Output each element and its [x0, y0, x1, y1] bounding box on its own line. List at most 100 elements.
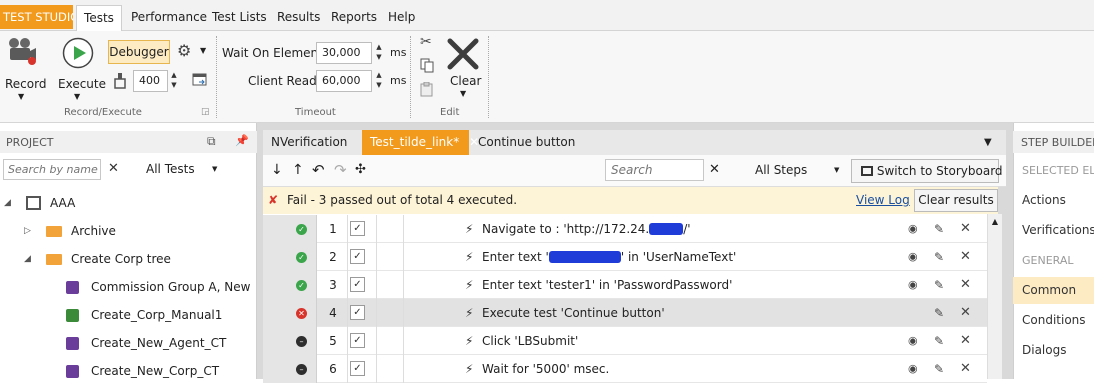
delete-icon[interactable]: ✕ [960, 271, 971, 299]
step-row[interactable]: ✓ 2 ✓ ⚡ Enter text ' ' in 'UserNameText' … [263, 243, 987, 271]
window-icon[interactable] [192, 73, 208, 87]
collapse-arrow-icon[interactable]: ◢ [24, 251, 31, 267]
execute-button[interactable] [62, 37, 94, 69]
step-drag-handle[interactable] [263, 215, 317, 243]
step-enabled-checkbox[interactable]: ✓ [350, 361, 365, 376]
client-ready-spinner[interactable]: ▲ ▼ [373, 70, 385, 92]
tree-item[interactable]: Create_New_Agent_CT [91, 335, 253, 351]
tree-item[interactable]: Archive [71, 223, 253, 239]
test-filter-select[interactable]: All Tests [146, 162, 195, 176]
tree-item[interactable]: Create Corp tree [71, 251, 253, 267]
steps-filter-dropdown-icon[interactable]: ▼ [834, 166, 839, 174]
steps-search-input[interactable] [605, 159, 704, 181]
step-enabled-checkbox[interactable]: ✓ [350, 249, 365, 264]
collapse-arrow-icon[interactable]: ◢ [4, 195, 11, 211]
step-enabled-checkbox[interactable]: ✓ [350, 333, 365, 348]
step-description[interactable]: Click 'LBSubmit' [482, 327, 578, 355]
menu-performance[interactable]: Performance [131, 5, 207, 31]
edit-icon[interactable]: ✎ [934, 327, 944, 355]
menu-help[interactable]: Help [388, 5, 415, 31]
step-builder-common[interactable]: Common [1022, 283, 1076, 297]
step-description[interactable]: Navigate to : 'http://172.24. /' [482, 215, 691, 243]
maximize-icon[interactable]: ⧉ [207, 134, 216, 149]
step-enabled-checkbox[interactable]: ✓ [350, 221, 365, 236]
expand-arrow-icon[interactable]: ▷ [24, 223, 31, 239]
settings-dropdown-icon[interactable]: ▼ [200, 46, 206, 55]
delete-icon[interactable]: ✕ [960, 243, 971, 271]
group-expand-icon[interactable]: ◲ [201, 107, 210, 117]
menu-results[interactable]: Results [277, 5, 320, 31]
step-builder-actions[interactable]: Actions [1022, 193, 1066, 207]
steps-options-icon[interactable]: ✣ [355, 162, 366, 177]
view-icon[interactable]: ◉ [908, 215, 918, 243]
move-down-icon[interactable]: ↓ [271, 162, 283, 178]
tab-test-tilde-link[interactable]: Test_tilde_link* ✕ [362, 130, 479, 155]
edit-icon[interactable]: ✎ [934, 271, 944, 299]
step-row[interactable]: ✕ 4 ✓ ⚡ Execute test 'Continue button' ✎… [263, 299, 987, 327]
test-filter-dropdown-icon[interactable]: ▼ [212, 165, 217, 173]
delete-icon[interactable]: ✕ [960, 215, 971, 243]
steps-filter-select[interactable]: All Steps [755, 163, 807, 177]
step-drag-handle[interactable] [263, 271, 317, 299]
project-search-input[interactable] [3, 159, 101, 180]
scroll-up-icon[interactable]: ▲ [988, 217, 1002, 226]
step-enabled-checkbox[interactable]: ✓ [350, 305, 365, 320]
clear-steps-search-icon[interactable]: ✕ [709, 162, 720, 177]
copy-icon[interactable] [420, 58, 434, 73]
execute-dropdown-icon[interactable]: ▼ [74, 92, 80, 101]
step-drag-handle[interactable] [263, 243, 317, 271]
menu-tests[interactable]: Tests [76, 5, 122, 32]
switch-to-storyboard-button[interactable]: Switch to Storyboard [851, 159, 1003, 183]
clear-label[interactable]: Clear [450, 74, 481, 88]
speed-spinner[interactable]: ▲ ▼ [168, 70, 180, 92]
view-icon[interactable]: ◉ [908, 271, 918, 299]
tree-item[interactable]: Create_Corp_Manual1 [91, 307, 253, 323]
tabs-overflow-icon[interactable]: ▼ [984, 137, 992, 148]
tree-item[interactable]: Commission Group A, New Sup [91, 279, 253, 295]
step-builder-conditions[interactable]: Conditions [1022, 313, 1086, 327]
edit-icon[interactable]: ✎ [934, 299, 944, 327]
steps-scrollbar[interactable]: ▲ [987, 214, 1002, 379]
step-enabled-checkbox[interactable]: ✓ [350, 277, 365, 292]
pin-icon[interactable]: 📌 [235, 134, 249, 147]
clear-x-icon[interactable] [446, 37, 480, 71]
step-builder-dialogs[interactable]: Dialogs [1022, 343, 1066, 357]
step-row[interactable]: ✓ 3 ✓ ⚡ Enter text 'tester1' in 'Passwor… [263, 271, 987, 299]
step-row[interactable]: – 5 ✓ ⚡ Click 'LBSubmit' ◉ ✎ ✕ [263, 327, 987, 355]
menu-reports[interactable]: Reports [331, 5, 377, 31]
step-drag-handle[interactable] [263, 327, 317, 355]
view-icon[interactable]: ◉ [908, 327, 918, 355]
delete-icon[interactable]: ✕ [960, 299, 971, 327]
step-description[interactable]: Enter text ' ' in 'UserNameText' [482, 243, 736, 271]
record-dropdown-icon[interactable]: ▼ [18, 92, 24, 101]
tab-continue-button[interactable]: Continue button [470, 130, 590, 155]
edit-icon[interactable]: ✎ [934, 215, 944, 243]
debugger-toggle[interactable]: Debugger [108, 40, 170, 64]
client-ready-input[interactable]: 60,000 [316, 70, 372, 92]
speed-input[interactable]: 400 [133, 70, 168, 92]
edit-icon[interactable]: ✎ [934, 243, 944, 271]
clear-dropdown-icon[interactable]: ▼ [460, 89, 466, 98]
wait-on-elements-input[interactable]: 30,000 [316, 42, 372, 64]
view-log-link[interactable]: View Log [856, 193, 910, 207]
tree-item[interactable]: AAA [50, 195, 253, 211]
gear-icon[interactable]: ⚙ [177, 42, 191, 60]
tab-nverification[interactable]: NVerification [263, 130, 362, 155]
move-up-icon[interactable]: ↑ [292, 162, 304, 178]
clear-search-icon[interactable]: ✕ [108, 161, 119, 176]
undo-icon[interactable]: ↶ [312, 161, 325, 179]
step-description[interactable]: Enter text 'tester1' in 'PasswordPasswor… [482, 271, 732, 299]
step-row[interactable]: ✓ 1 ✓ ⚡ Navigate to : 'http://172.24./' … [263, 215, 987, 243]
view-icon[interactable]: ◉ [908, 243, 918, 271]
clear-results-button[interactable]: Clear results [914, 189, 998, 212]
wait-on-elements-spinner[interactable]: ▲ ▼ [373, 42, 385, 64]
cut-icon[interactable]: ✂ [420, 34, 432, 50]
step-description[interactable]: Execute test 'Continue button' [482, 299, 665, 327]
step-drag-handle[interactable] [263, 299, 317, 327]
paste-icon[interactable] [420, 81, 434, 97]
step-builder-verifications[interactable]: Verifications [1022, 223, 1094, 237]
menu-test-lists[interactable]: Test Lists [212, 5, 267, 31]
tree-item[interactable]: Create_New_Corp_CT [91, 363, 253, 379]
delete-icon[interactable]: ✕ [960, 327, 971, 355]
redo-icon[interactable]: ↷ [334, 161, 347, 179]
